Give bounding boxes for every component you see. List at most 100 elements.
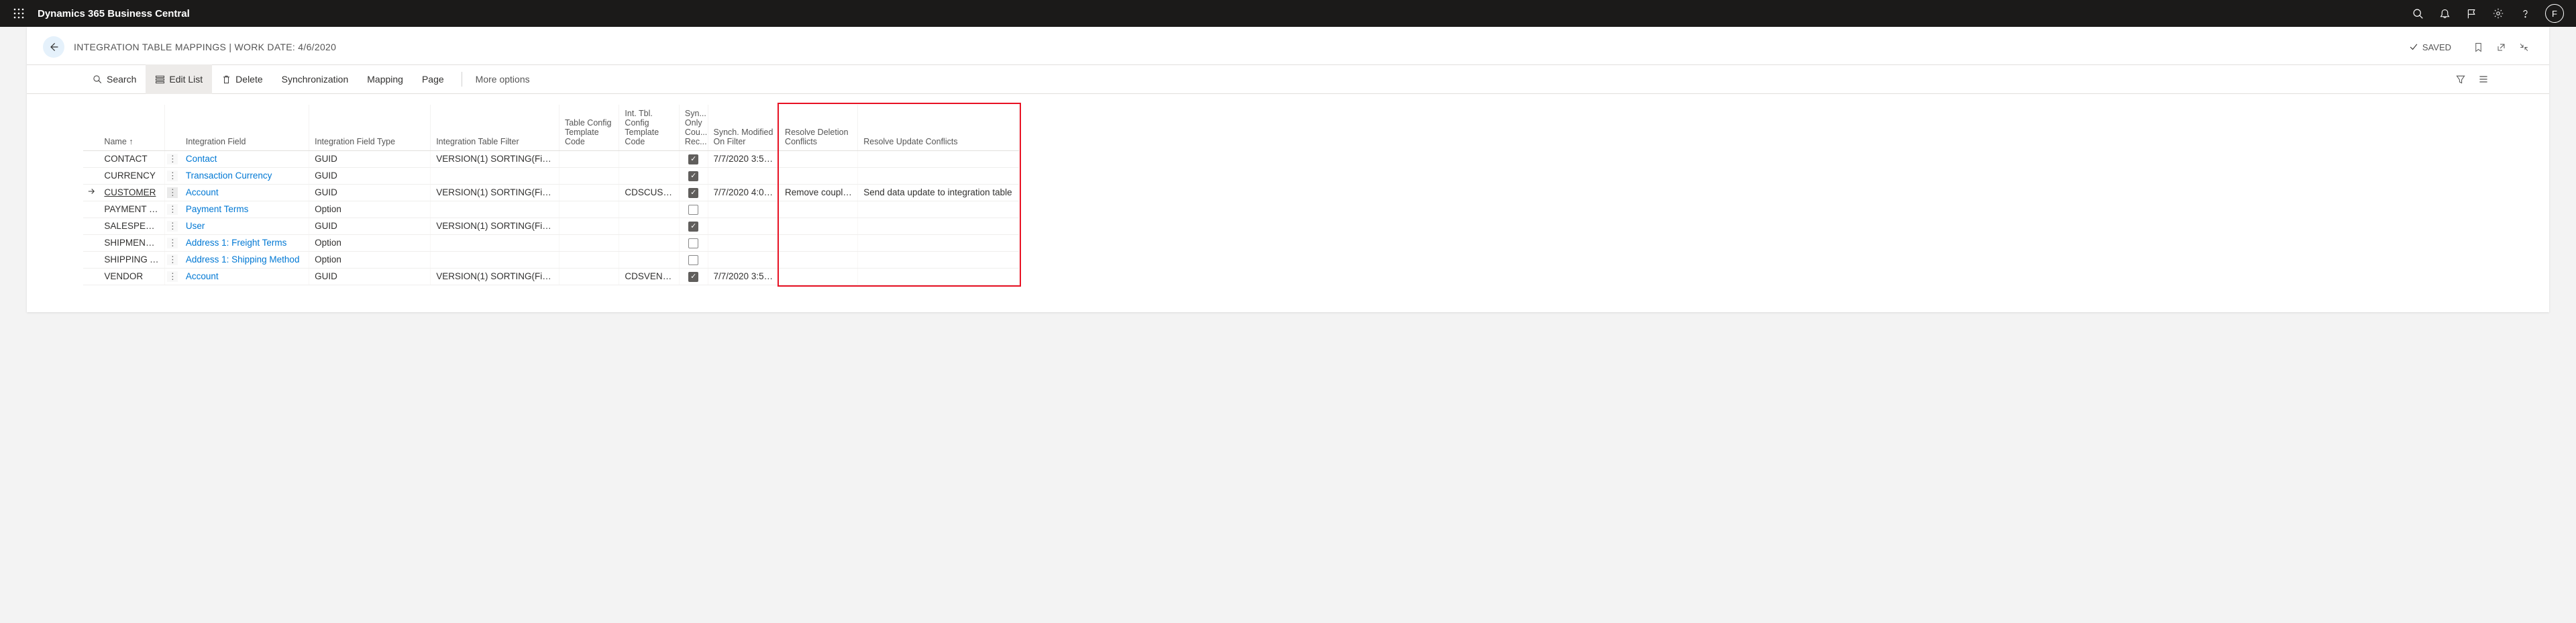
table-row[interactable]: SHIPMENT ...⋮Address 1: Freight TermsOpt… bbox=[83, 234, 1019, 251]
cell-resolve-update[interactable] bbox=[858, 268, 1019, 285]
col-resolve-update[interactable]: Resolve Update Conflicts bbox=[858, 105, 1019, 151]
cell-resolve-update[interactable]: Send data update to integration table bbox=[858, 184, 1019, 201]
col-int-table-filter[interactable]: Integration Table Filter bbox=[431, 105, 559, 151]
collapse-icon[interactable] bbox=[2514, 38, 2533, 56]
cell-sync-checkbox[interactable] bbox=[679, 201, 708, 218]
row-menu-icon[interactable]: ⋮ bbox=[167, 171, 178, 181]
row-menu-icon[interactable]: ⋮ bbox=[167, 204, 178, 215]
cell-sync-checkbox[interactable]: ✓ bbox=[679, 151, 708, 168]
cell-name[interactable]: CURRENCY bbox=[99, 167, 164, 184]
cell-type[interactable]: Option bbox=[309, 251, 431, 268]
cell-resolve-update[interactable] bbox=[858, 201, 1019, 218]
table-row[interactable]: VENDOR⋮AccountGUIDVERSION(1) SORTING(Fie… bbox=[83, 268, 1019, 285]
cell-resolve-deletion[interactable] bbox=[780, 268, 858, 285]
cell-filter[interactable] bbox=[431, 201, 559, 218]
cell-resolve-update[interactable] bbox=[858, 151, 1019, 168]
row-menu-icon[interactable]: ⋮ bbox=[167, 238, 178, 248]
cell-tbl-cfg[interactable] bbox=[559, 201, 619, 218]
cell-int-tbl-cfg[interactable]: CDSVENDOR bbox=[619, 268, 679, 285]
cell-type[interactable]: GUID bbox=[309, 268, 431, 285]
cell-resolve-update[interactable] bbox=[858, 167, 1019, 184]
app-launcher-icon[interactable] bbox=[5, 0, 32, 27]
col-int-field[interactable]: Integration Field bbox=[180, 105, 309, 151]
notifications-icon[interactable] bbox=[2431, 0, 2458, 27]
row-menu-icon[interactable]: ⋮ bbox=[167, 221, 178, 232]
delete-button[interactable]: Delete bbox=[212, 64, 272, 94]
cell-modified[interactable] bbox=[708, 201, 780, 218]
synchronization-menu[interactable]: Synchronization bbox=[272, 64, 358, 94]
cell-int-tbl-cfg[interactable]: CDSCUSTOME bbox=[619, 184, 679, 201]
list-view-icon[interactable] bbox=[2474, 70, 2493, 89]
cell-name[interactable]: SHIPPING A... bbox=[99, 251, 164, 268]
checkbox-icon[interactable]: ✓ bbox=[688, 171, 698, 181]
cell-filter[interactable] bbox=[431, 167, 559, 184]
cell-sync-checkbox[interactable] bbox=[679, 234, 708, 251]
cell-tbl-cfg[interactable] bbox=[559, 251, 619, 268]
cell-type[interactable]: GUID bbox=[309, 184, 431, 201]
cell-name[interactable]: PAYMENT T... bbox=[99, 201, 164, 218]
cell-int-tbl-cfg[interactable] bbox=[619, 251, 679, 268]
checkbox-icon[interactable] bbox=[688, 238, 698, 248]
col-sync-only[interactable]: Syn... Only Cou... Rec... bbox=[679, 105, 708, 151]
cell-resolve-deletion[interactable] bbox=[780, 218, 858, 234]
cell-int-field[interactable]: Contact bbox=[180, 151, 309, 168]
cell-resolve-update[interactable] bbox=[858, 251, 1019, 268]
row-menu-icon[interactable]: ⋮ bbox=[167, 254, 178, 265]
cell-type[interactable]: GUID bbox=[309, 167, 431, 184]
cell-tbl-cfg[interactable] bbox=[559, 218, 619, 234]
cell-name[interactable]: CONTACT bbox=[99, 151, 164, 168]
col-resolve-deletion[interactable]: Resolve Deletion Conflicts bbox=[780, 105, 858, 151]
cell-int-field[interactable]: User bbox=[180, 218, 309, 234]
cell-modified[interactable] bbox=[708, 251, 780, 268]
cell-tbl-cfg[interactable] bbox=[559, 151, 619, 168]
checkbox-icon[interactable]: ✓ bbox=[688, 188, 698, 198]
cell-filter[interactable]: VERSION(1) SORTING(Field1) WH... bbox=[431, 184, 559, 201]
cell-type[interactable]: GUID bbox=[309, 151, 431, 168]
cell-resolve-update[interactable] bbox=[858, 234, 1019, 251]
cell-tbl-cfg[interactable] bbox=[559, 184, 619, 201]
cell-int-field[interactable]: Address 1: Shipping Method bbox=[180, 251, 309, 268]
cell-filter[interactable]: VERSION(1) SORTING(Field1) WH... bbox=[431, 151, 559, 168]
cell-resolve-deletion[interactable] bbox=[780, 251, 858, 268]
checkbox-icon[interactable]: ✓ bbox=[688, 222, 698, 232]
cell-filter[interactable]: VERSION(1) SORTING(Field1) WH... bbox=[431, 218, 559, 234]
table-row[interactable]: CUSTOMER⋮AccountGUIDVERSION(1) SORTING(F… bbox=[83, 184, 1019, 201]
checkbox-icon[interactable] bbox=[688, 205, 698, 215]
more-options[interactable]: More options bbox=[470, 74, 535, 85]
cell-resolve-deletion[interactable]: Remove coupling bbox=[780, 184, 858, 201]
cell-type[interactable]: Option bbox=[309, 201, 431, 218]
table-row[interactable]: CONTACT⋮ContactGUIDVERSION(1) SORTING(Fi… bbox=[83, 151, 1019, 168]
search-icon[interactable] bbox=[2404, 0, 2431, 27]
cell-resolve-update[interactable] bbox=[858, 218, 1019, 234]
cell-tbl-cfg[interactable] bbox=[559, 167, 619, 184]
cell-tbl-cfg[interactable] bbox=[559, 234, 619, 251]
cell-name[interactable]: CUSTOMER bbox=[99, 184, 164, 201]
cell-resolve-deletion[interactable] bbox=[780, 234, 858, 251]
cell-int-field[interactable]: Payment Terms bbox=[180, 201, 309, 218]
cell-type[interactable]: GUID bbox=[309, 218, 431, 234]
cell-int-field[interactable]: Transaction Currency bbox=[180, 167, 309, 184]
col-tbl-cfg[interactable]: Table Config Template Code bbox=[559, 105, 619, 151]
cell-modified[interactable]: 7/7/2020 3:59 PM bbox=[708, 268, 780, 285]
cell-filter[interactable] bbox=[431, 234, 559, 251]
edit-list-button[interactable]: Edit List bbox=[146, 64, 212, 94]
cell-sync-checkbox[interactable]: ✓ bbox=[679, 167, 708, 184]
mapping-menu[interactable]: Mapping bbox=[358, 64, 413, 94]
col-int-field-type[interactable]: Integration Field Type bbox=[309, 105, 431, 151]
cell-modified[interactable] bbox=[708, 167, 780, 184]
cell-int-tbl-cfg[interactable] bbox=[619, 234, 679, 251]
checkbox-icon[interactable] bbox=[688, 255, 698, 265]
search-button[interactable]: Search bbox=[83, 64, 146, 94]
row-menu-icon[interactable]: ⋮ bbox=[167, 154, 178, 164]
cell-resolve-deletion[interactable] bbox=[780, 201, 858, 218]
cell-name[interactable]: SHIPMENT ... bbox=[99, 234, 164, 251]
table-row[interactable]: PAYMENT T...⋮Payment TermsOption bbox=[83, 201, 1019, 218]
cell-int-field[interactable]: Account bbox=[180, 184, 309, 201]
cell-int-tbl-cfg[interactable] bbox=[619, 167, 679, 184]
cell-name[interactable]: VENDOR bbox=[99, 268, 164, 285]
cell-int-tbl-cfg[interactable] bbox=[619, 201, 679, 218]
col-int-tbl-cfg[interactable]: Int. Tbl. Config Template Code bbox=[619, 105, 679, 151]
flag-icon[interactable] bbox=[2458, 0, 2485, 27]
cell-modified[interactable] bbox=[708, 218, 780, 234]
checkbox-icon[interactable]: ✓ bbox=[688, 272, 698, 282]
